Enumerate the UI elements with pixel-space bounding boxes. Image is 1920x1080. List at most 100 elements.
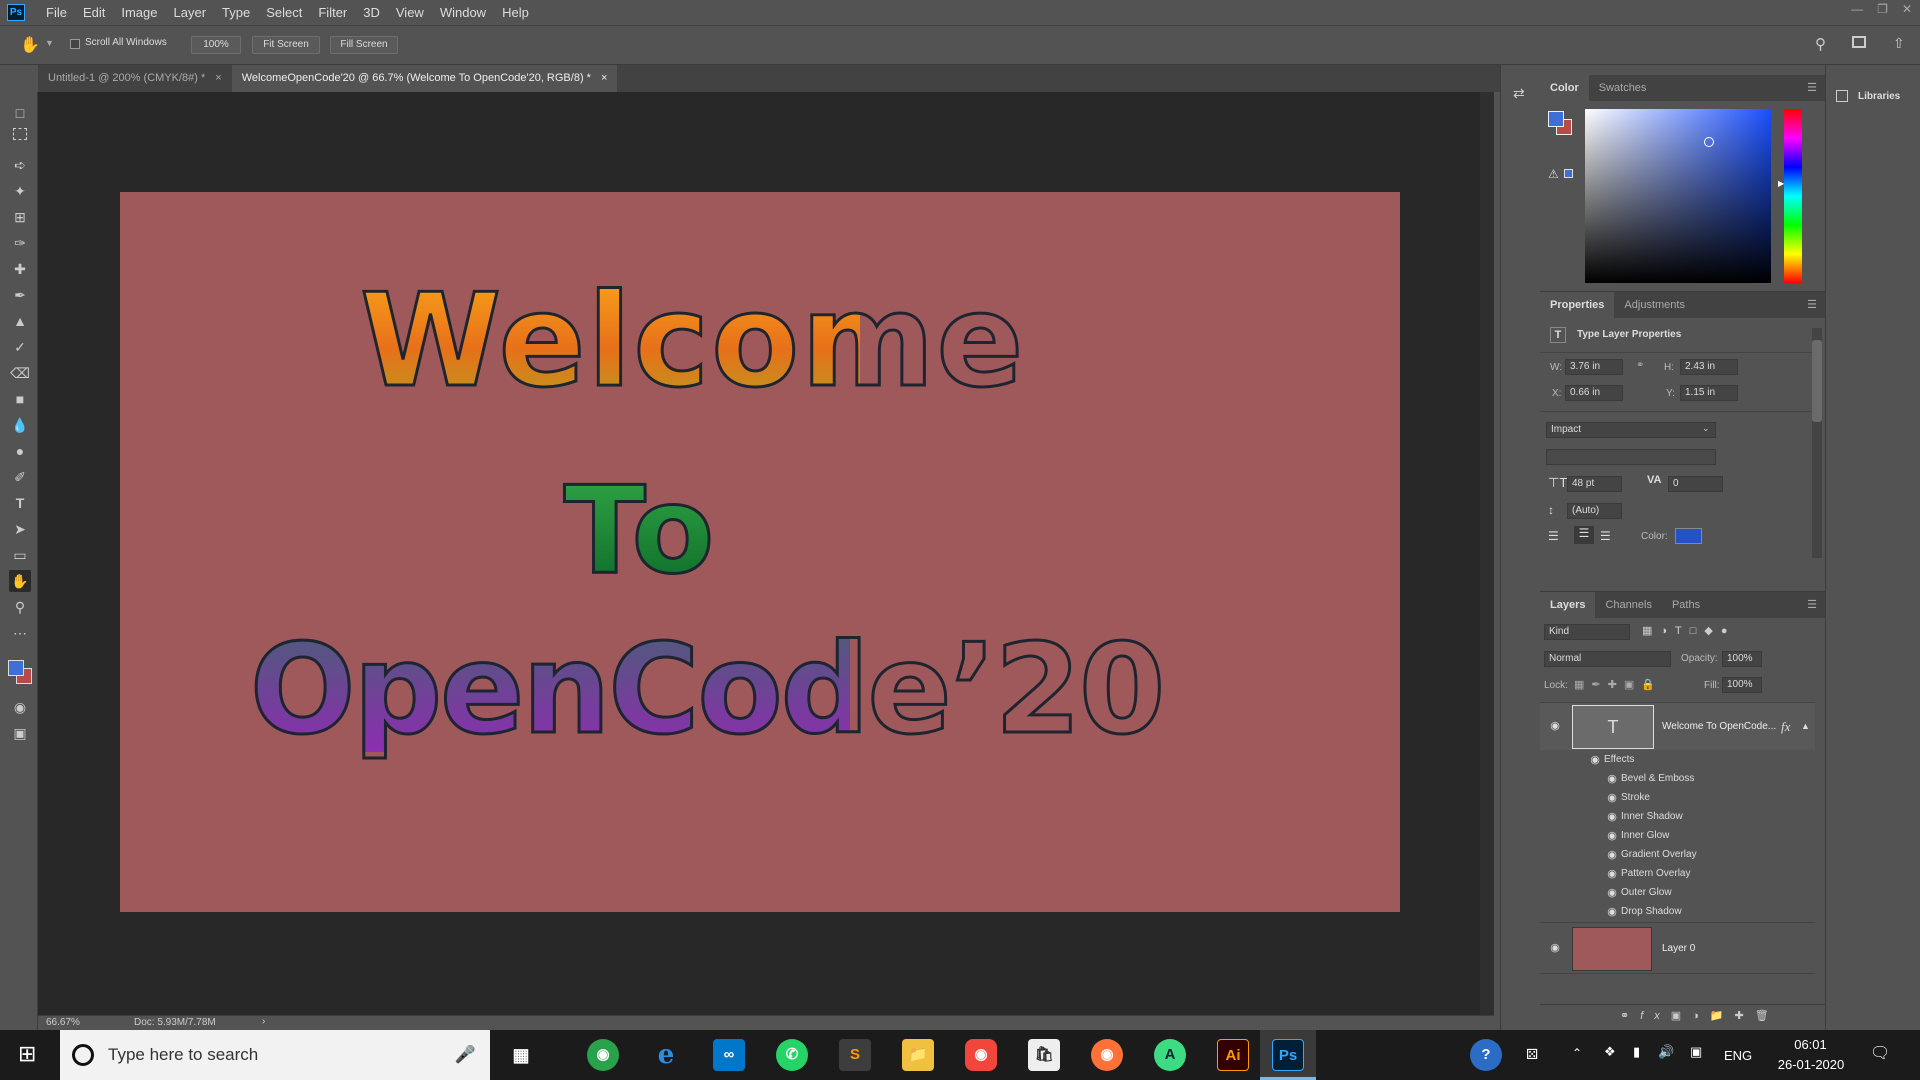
arduino-icon[interactable]: ∞ <box>713 1039 745 1071</box>
close-tab-icon[interactable]: × <box>601 65 607 92</box>
battery-icon[interactable]: ▮ <box>1633 1044 1640 1060</box>
visibility-eye-icon[interactable]: ◉ <box>1586 753 1604 766</box>
menu-3d[interactable]: 3D <box>355 0 388 25</box>
history-brush-tool-icon[interactable]: ✓ <box>9 336 31 358</box>
link-icon[interactable]: ⚭ <box>1636 360 1644 371</box>
chrome-icon[interactable]: ◉ <box>587 1039 619 1071</box>
eraser-tool-icon[interactable]: ⌫ <box>9 362 31 384</box>
chevron-right-icon[interactable]: › <box>262 1016 265 1027</box>
blend-mode-select[interactable]: Normal <box>1544 651 1671 667</box>
fit-screen-button[interactable]: Fit Screen <box>252 36 320 54</box>
visibility-eye-icon[interactable]: ◉ <box>1546 941 1564 954</box>
task-view-icon[interactable]: ▦ <box>505 1039 537 1071</box>
vertical-scrollbar[interactable] <box>1480 92 1494 1015</box>
color-picker-cursor[interactable] <box>1704 137 1714 147</box>
properties-scrollbar[interactable] <box>1812 328 1822 558</box>
scrollbar-thumb[interactable] <box>1812 340 1822 422</box>
brush-tool-icon[interactable]: ✒ <box>9 284 31 306</box>
pen-tool-icon[interactable]: ✐ <box>9 466 31 488</box>
dropbox-icon[interactable]: ❖ <box>1604 1044 1616 1060</box>
photoshop-logo-icon[interactable]: Ps <box>7 4 25 21</box>
libraries-label[interactable]: Libraries <box>1858 91 1900 102</box>
visibility-eye-icon[interactable]: ◉ <box>1603 829 1621 842</box>
layer-actions-icons[interactable]: ⚭fx▣◑📁✚🗑 <box>1620 1009 1780 1022</box>
scroll-all-checkbox[interactable] <box>70 39 80 49</box>
search-icon[interactable]: ⚲ <box>1815 35 1826 53</box>
x-field[interactable]: 0.66 in <box>1565 385 1623 401</box>
tab-untitled-1[interactable]: Untitled-1 @ 200% (CMYK/8#) * × <box>38 65 232 92</box>
eyedropper-tool-icon[interactable]: ✑ <box>9 232 31 254</box>
fill-screen-button[interactable]: Fill Screen <box>330 36 398 54</box>
menu-edit[interactable]: Edit <box>75 0 113 25</box>
app-icon[interactable]: ◉ <box>965 1039 997 1071</box>
close-tab-icon[interactable]: × <box>215 65 221 92</box>
rectangle-tool-icon[interactable]: ▭ <box>9 544 31 566</box>
menu-filter[interactable]: Filter <box>310 0 355 25</box>
menu-help[interactable]: Help <box>494 0 537 25</box>
width-field[interactable]: 3.76 in <box>1565 359 1623 375</box>
people-icon[interactable]: ⚄ <box>1526 1046 1538 1063</box>
text-color-swatch[interactable] <box>1675 528 1702 544</box>
fx-icon[interactable]: fx <box>1781 719 1790 735</box>
android-studio-icon[interactable]: A <box>1154 1039 1186 1071</box>
tab-layers[interactable]: Layers <box>1540 592 1596 618</box>
tray-chevron-icon[interactable]: ⌃ <box>1572 1046 1582 1060</box>
panel-menu-icon[interactable]: ☰ <box>1799 75 1825 101</box>
visibility-eye-icon[interactable]: ◉ <box>1603 867 1621 880</box>
more-tools-icon[interactable]: ⋯ <box>9 622 31 644</box>
visibility-eye-icon[interactable]: ◉ <box>1603 810 1621 823</box>
marquee-tool-icon[interactable] <box>13 128 27 140</box>
quick-select-tool-icon[interactable]: ✦ <box>9 180 31 202</box>
whatsapp-icon[interactable]: ✆ <box>776 1039 808 1071</box>
healing-brush-tool-icon[interactable]: ✚ <box>9 258 31 280</box>
effect-row[interactable]: ◉ Stroke <box>1540 788 1825 807</box>
volume-icon[interactable]: 🔊 <box>1658 1044 1674 1060</box>
panel-menu-icon[interactable]: ☰ <box>1799 592 1825 618</box>
minimize-icon[interactable]: — <box>1851 2 1863 16</box>
y-field[interactable]: 1.15 in <box>1680 385 1738 401</box>
document-canvas[interactable]: Welcome To OpenCode’20 <box>120 192 1400 912</box>
tab-channels[interactable]: Channels <box>1595 592 1661 618</box>
libraries-icon[interactable] <box>1836 90 1848 102</box>
text-layer-name[interactable]: Welcome To OpenCode... <box>1662 721 1776 732</box>
store-icon[interactable]: 🛍 <box>1028 1039 1060 1071</box>
effect-row[interactable]: ◉ Outer Glow <box>1540 883 1825 902</box>
path-select-tool-icon[interactable]: ➤ <box>9 518 31 540</box>
menu-type[interactable]: Type <box>214 0 258 25</box>
effects-row[interactable]: ◉ Effects <box>1540 750 1825 769</box>
menu-layer[interactable]: Layer <box>166 0 215 25</box>
lasso-tool-icon[interactable]: ➪ <box>9 154 31 176</box>
hue-slider-handle-icon[interactable]: ▶ <box>1778 179 1784 188</box>
clone-stamp-tool-icon[interactable]: ▲ <box>9 310 31 332</box>
zoom-level[interactable]: 66.67% <box>46 1017 80 1028</box>
share-icon[interactable]: ⇧ <box>1893 35 1905 52</box>
visibility-eye-icon[interactable]: ◉ <box>1603 886 1621 899</box>
font-family-select[interactable]: Impact <box>1546 422 1716 438</box>
tracking-field[interactable]: 0 <box>1668 476 1723 492</box>
clock-date[interactable]: 26-01-2020 <box>1771 1057 1851 1072</box>
menu-view[interactable]: View <box>388 0 432 25</box>
close-icon[interactable]: ✕ <box>1902 2 1912 16</box>
lock-icons[interactable]: ▦✒✚▣🔒 <box>1574 678 1662 691</box>
visibility-eye-icon[interactable]: ◉ <box>1546 719 1564 732</box>
layer-row-text[interactable]: ◉ T Welcome To OpenCode... fx ▲ <box>1540 702 1815 750</box>
zoom-100-button[interactable]: 100% <box>191 36 241 54</box>
effect-row[interactable]: ◉ Inner Shadow <box>1540 807 1825 826</box>
effect-row[interactable]: ◉ Drop Shadow <box>1540 902 1825 921</box>
effect-row[interactable]: ◉ Pattern Overlay <box>1540 864 1825 883</box>
tab-welcome-opencode[interactable]: WelcomeOpenCode'20 @ 66.7% (Welcome To O… <box>231 65 618 92</box>
taskbar-search[interactable]: Type here to search 🎤 <box>60 1030 490 1080</box>
panel-menu-icon[interactable]: ☰ <box>1799 292 1825 318</box>
layer-filter-select[interactable]: Kind <box>1544 624 1630 640</box>
firefox-icon[interactable]: ◉ <box>1091 1039 1123 1071</box>
menu-file[interactable]: File <box>38 0 75 25</box>
effect-row[interactable]: ◉ Gradient Overlay <box>1540 845 1825 864</box>
effect-row[interactable]: ◉ Inner Glow <box>1540 826 1825 845</box>
chevron-down-icon[interactable]: ▼ <box>45 38 54 48</box>
photoshop-icon[interactable]: Ps <box>1272 1039 1304 1071</box>
artboard-tool-icon[interactable]: □ <box>9 102 31 124</box>
edge-icon[interactable]: e <box>650 1039 682 1071</box>
align-right-icon[interactable]: ☰ <box>1600 529 1611 543</box>
quick-mask-icon[interactable]: ◉ <box>9 696 31 718</box>
menu-window[interactable]: Window <box>432 0 494 25</box>
